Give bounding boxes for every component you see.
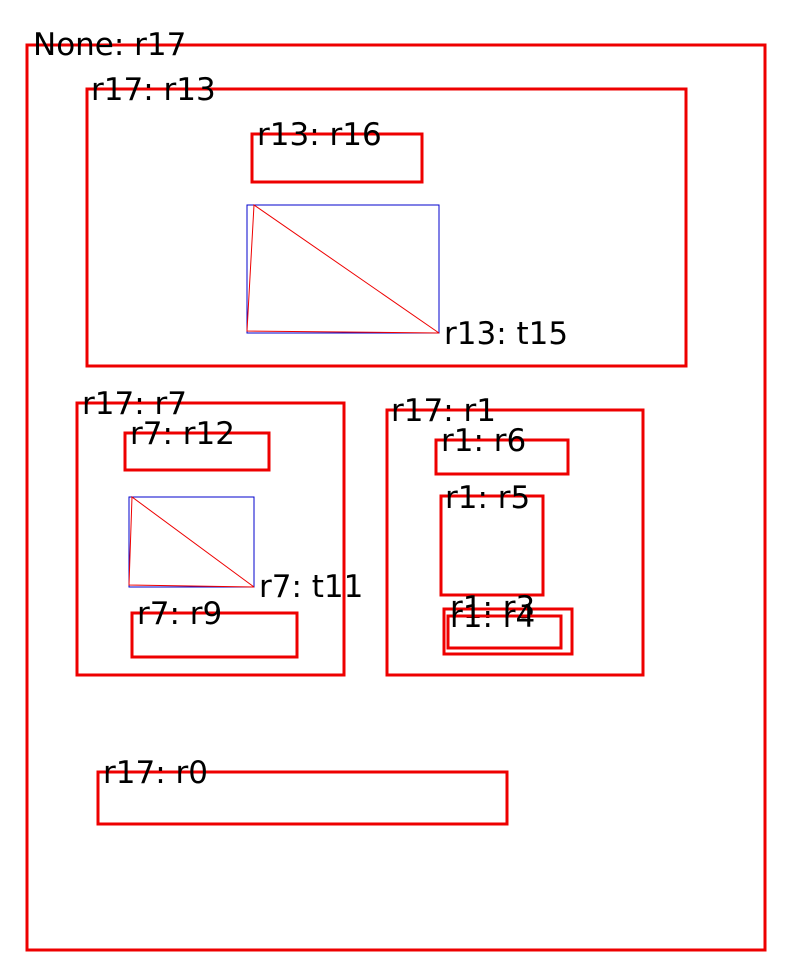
region-r12-label: r7: r12	[130, 416, 235, 452]
region-diagram: None: r17 r17: r13 r13: r16 r13: t15 r17…	[25, 27, 767, 952]
region-r6-label: r1: r6	[441, 423, 526, 459]
text-t15-box	[246, 204, 440, 334]
region-r13-label: r17: r13	[91, 72, 216, 108]
region-r16-label: r13: r16	[257, 117, 382, 153]
text-t11-diagonal	[128, 496, 255, 588]
text-t11-label: r7: t11	[259, 569, 363, 605]
region-r4-label: r1: r4	[450, 599, 535, 635]
region-r5-label: r1: r5	[445, 480, 530, 516]
region-r0-label: r17: r0	[103, 755, 208, 791]
text-t15-label: r13: t15	[444, 316, 568, 352]
region-r13-box	[85, 87, 688, 368]
region-r9-label: r7: r9	[137, 596, 222, 632]
text-t15-diagonal	[246, 204, 440, 334]
region-r17-label: None: r17	[33, 27, 186, 63]
